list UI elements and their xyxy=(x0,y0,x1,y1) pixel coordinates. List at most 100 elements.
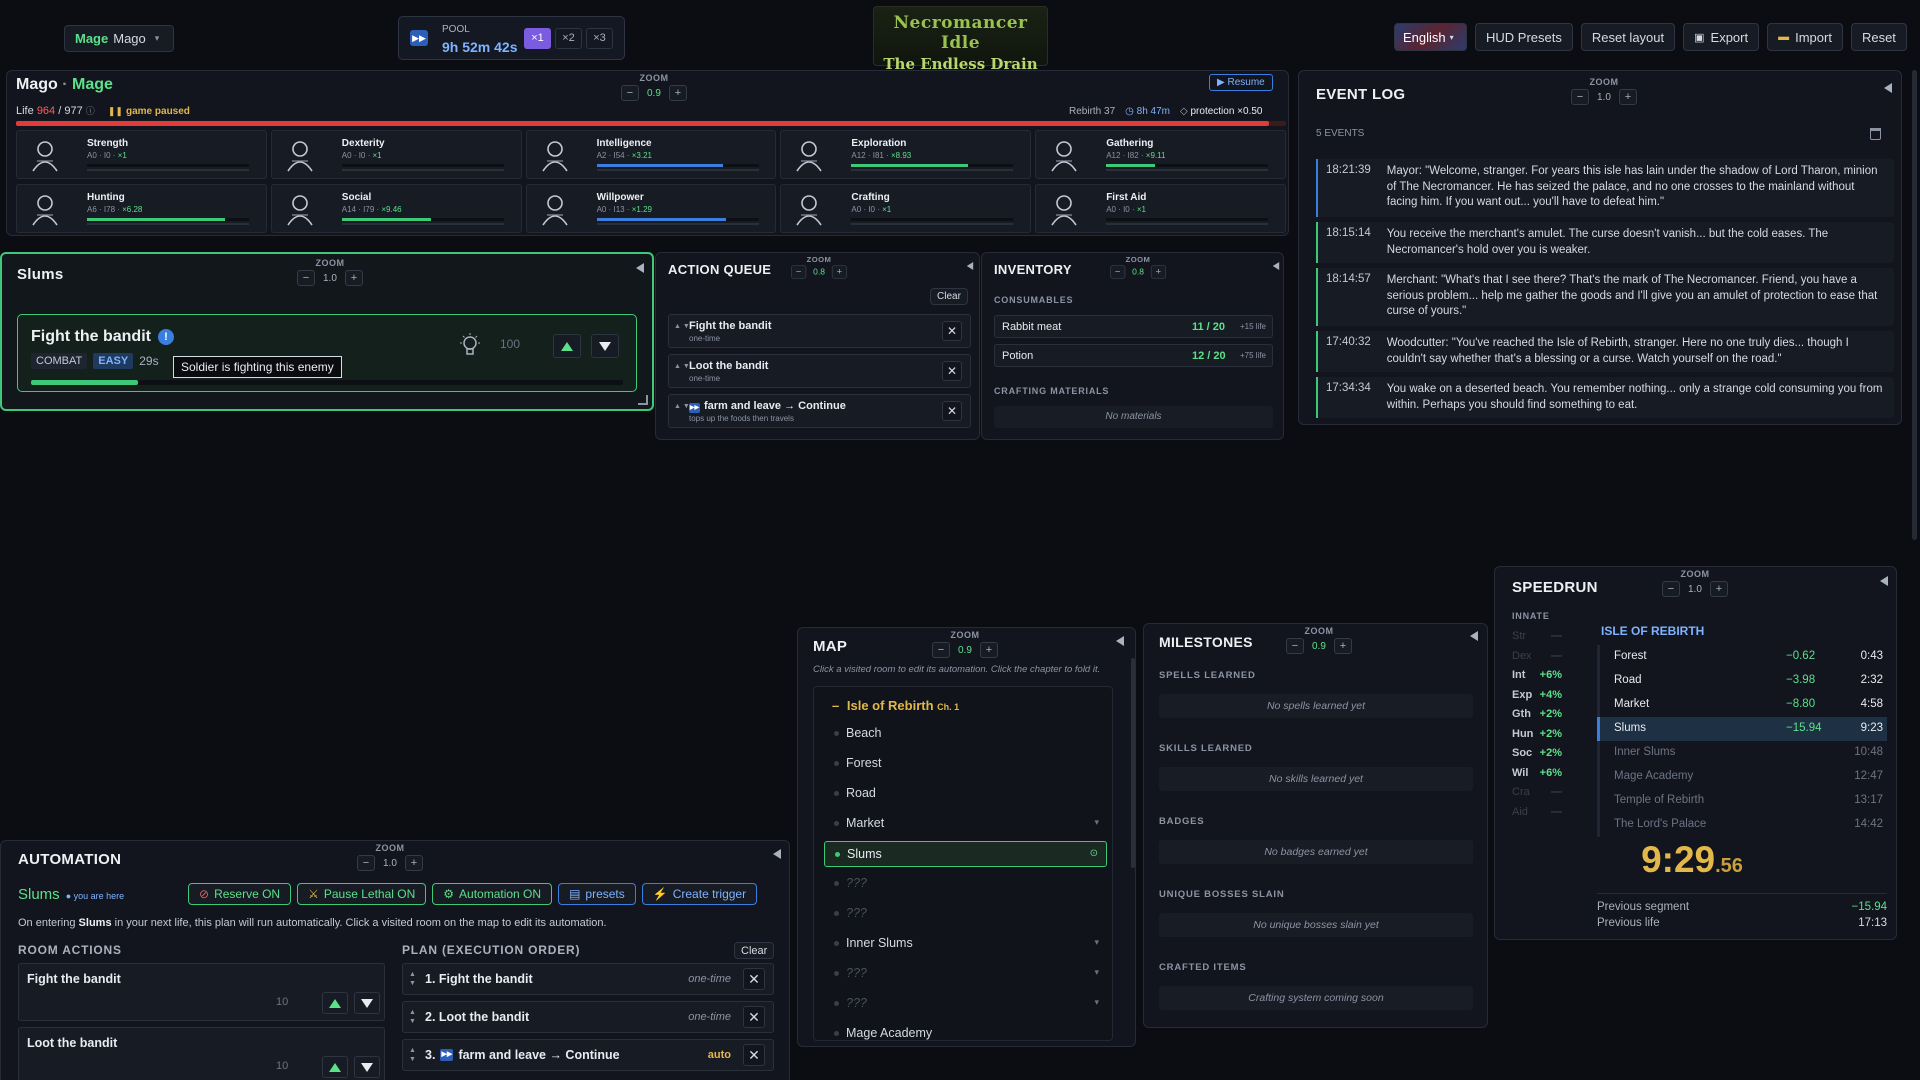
drag-handle-icon[interactable]: ▲ ▼ xyxy=(409,1046,416,1064)
map-room[interactable]: Beach xyxy=(824,721,1107,747)
chapter-header[interactable]: – Isle of Rebirth Ch. 1 xyxy=(832,698,959,713)
collapse-icon[interactable] xyxy=(1884,83,1892,93)
map-room[interactable]: Mage Academy xyxy=(824,1021,1107,1040)
stat-card[interactable]: Strength A0 · I0 · ×1 xyxy=(16,130,267,179)
language-selector[interactable]: English ▾ xyxy=(1394,23,1467,51)
reset-layout-button[interactable]: Reset layout xyxy=(1580,23,1676,51)
automation-toggle[interactable]: ⚙ Automation ON xyxy=(432,883,553,905)
map-scrollbar[interactable] xyxy=(1131,658,1135,868)
zoom-in-button[interactable]: + xyxy=(831,265,848,279)
zoom-in-button[interactable]: + xyxy=(1618,89,1637,105)
map-room[interactable]: Forest xyxy=(824,751,1107,777)
drag-handle-icon[interactable]: ▲ ▼ xyxy=(674,323,690,330)
move-up-button[interactable] xyxy=(322,1056,348,1078)
stat-card[interactable]: Social A14 · I79 · ×9.46 xyxy=(270,183,522,233)
zoom-out-button[interactable]: − xyxy=(357,855,375,871)
clear-plan-button[interactable]: Clear xyxy=(734,942,775,959)
page-scrollbar[interactable] xyxy=(1912,70,1917,540)
zoom-in-button[interactable]: + xyxy=(344,270,363,286)
drag-handle-icon[interactable]: ▲ ▼ xyxy=(674,403,690,410)
speed-x2-button[interactable]: ×2 xyxy=(555,28,582,49)
zoom-in-button[interactable]: + xyxy=(979,642,998,658)
zoom-in-button[interactable]: + xyxy=(1709,581,1728,597)
stat-card[interactable]: Gathering A12 · I82 · ×9.11 xyxy=(1035,130,1286,179)
stat-card[interactable]: Exploration A12 · I81 · ×8.93 xyxy=(780,130,1032,179)
room-action-card[interactable]: Loot the bandit 10 xyxy=(18,1027,385,1080)
import-button[interactable]: ▬ Import xyxy=(1767,23,1843,51)
collapse-icon[interactable] xyxy=(636,263,644,273)
zoom-in-button[interactable]: + xyxy=(1150,265,1167,279)
presets-button[interactable]: ▤ presets xyxy=(558,883,636,905)
collapse-icon[interactable] xyxy=(1116,636,1124,646)
resume-button[interactable]: ▶ Resume xyxy=(1209,74,1273,91)
export-button[interactable]: ▣ Export xyxy=(1683,23,1760,51)
remove-button[interactable]: ✕ xyxy=(942,401,962,421)
zoom-out-button[interactable]: − xyxy=(791,265,807,279)
stat-card[interactable]: Dexterity A0 · I0 · ×1 xyxy=(270,130,522,179)
zoom-out-button[interactable]: − xyxy=(297,270,315,286)
zoom-out-button[interactable]: − xyxy=(1662,581,1680,597)
pause-lethal-toggle[interactable]: ⚔ Pause Lethal ON xyxy=(297,883,427,905)
move-down-button[interactable] xyxy=(591,334,619,358)
hud-presets-button[interactable]: HUD Presets xyxy=(1475,23,1573,51)
speed-x3-button[interactable]: ×3 xyxy=(586,28,613,49)
character-selector[interactable]: Mage Mago ▾ xyxy=(64,25,174,52)
zoom-in-button[interactable]: + xyxy=(404,855,423,871)
inventory-item[interactable]: Rabbit meat 11 / 20 +15 life xyxy=(994,315,1273,338)
inventory-item[interactable]: Potion 12 / 20 +75 life xyxy=(994,344,1273,367)
map-room[interactable]: Inner Slums ▾ xyxy=(824,931,1107,957)
plan-item[interactable]: ▲ ▼ 1. Fight the bandit one-time ✕ xyxy=(402,963,774,995)
queue-item[interactable]: ▲ ▼ ▶▶ farm and leave → Continue tops up th… xyxy=(668,394,971,428)
zoom-out-button[interactable]: − xyxy=(621,85,639,101)
collapse-icon[interactable] xyxy=(1880,576,1888,586)
stat-card[interactable]: First Aid A0 · I0 · ×1 xyxy=(1035,183,1286,233)
collapse-icon[interactable] xyxy=(1470,631,1478,641)
map-room[interactable]: Slums ⊙ xyxy=(824,841,1107,867)
remove-button[interactable]: ✕ xyxy=(743,1044,765,1066)
zoom-out-button[interactable]: − xyxy=(932,642,950,658)
plan-item[interactable]: ▲ ▼ 3. ▶▶ farm and leave → Continue auto ✕ xyxy=(402,1039,774,1071)
zoom-out-button[interactable]: − xyxy=(1286,638,1304,654)
plan-item[interactable]: ▲ ▼ 2. Loot the bandit one-time ✕ xyxy=(402,1001,774,1033)
trash-icon[interactable] xyxy=(1870,128,1881,140)
clear-queue-button[interactable]: Clear xyxy=(930,288,968,305)
room-action-card[interactable]: Fight the bandit 10 xyxy=(18,963,385,1021)
reserve-toggle[interactable]: ⊘ Reserve ON xyxy=(188,883,292,905)
quantity-input[interactable]: 10 xyxy=(276,1060,304,1072)
move-up-button[interactable] xyxy=(322,992,348,1014)
move-down-button[interactable] xyxy=(354,992,380,1014)
queue-item-sub: tops up the foods then travels xyxy=(689,414,794,423)
drag-handle-icon[interactable]: ▲ ▼ xyxy=(409,1008,416,1026)
info-icon[interactable]: ! xyxy=(157,329,174,345)
zoom-in-button[interactable]: + xyxy=(1333,638,1352,654)
remove-button[interactable]: ✕ xyxy=(942,361,962,381)
drag-handle-icon[interactable]: ▲ ▼ xyxy=(674,363,690,370)
stat-card[interactable]: Willpower A0 · I13 · ×1.29 xyxy=(525,183,777,233)
reset-button[interactable]: Reset xyxy=(1850,23,1907,51)
drag-handle-icon[interactable]: ▲ ▼ xyxy=(409,970,416,988)
create-trigger-button[interactable]: ⚡ Create trigger xyxy=(641,883,758,905)
stat-card[interactable]: Intelligence A2 · I54 · ×3.21 xyxy=(525,130,777,179)
map-room[interactable]: Market ▾ xyxy=(824,811,1107,837)
stat-card[interactable]: Hunting A6 · I78 · ×6.28 xyxy=(16,183,267,233)
collapse-icon[interactable] xyxy=(1272,262,1280,270)
move-up-button[interactable] xyxy=(553,334,581,358)
zoom-out-button[interactable]: − xyxy=(1571,89,1589,105)
speed-x1-button[interactable]: ×1 xyxy=(524,28,551,49)
remove-button[interactable]: ✕ xyxy=(942,321,962,341)
action-card[interactable]: Fight the bandit ! COMBAT EASY 29s Soldi… xyxy=(17,314,637,392)
collapse-icon[interactable] xyxy=(966,262,974,270)
remove-button[interactable]: ✕ xyxy=(743,968,765,990)
resize-handle-icon[interactable] xyxy=(638,395,648,405)
queue-item[interactable]: ▲ ▼ Loot the bandit one-time ✕ xyxy=(668,354,971,388)
remove-button[interactable]: ✕ xyxy=(743,1006,765,1028)
map-room[interactable]: Road xyxy=(824,781,1107,807)
zoom-out-button[interactable]: − xyxy=(1110,265,1126,279)
quantity-input[interactable]: 100 xyxy=(500,337,540,351)
move-down-button[interactable] xyxy=(354,1056,380,1078)
collapse-icon[interactable] xyxy=(773,849,781,859)
zoom-in-button[interactable]: + xyxy=(668,85,687,101)
stat-card[interactable]: Crafting A0 · I0 · ×1 xyxy=(780,183,1032,233)
quantity-input[interactable]: 10 xyxy=(276,996,304,1008)
queue-item[interactable]: ▲ ▼ Fight the bandit one-time ✕ xyxy=(668,314,971,348)
